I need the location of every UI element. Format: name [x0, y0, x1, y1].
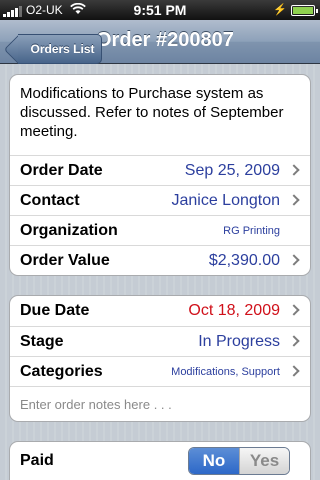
order-value-row[interactable]: Order Value $2,390.00	[10, 245, 310, 275]
page-title: Order #200807	[96, 29, 234, 51]
order-date-value: Sep 25, 2009	[184, 161, 280, 179]
order-details-group: Modifications to Purchase system as disc…	[9, 74, 311, 276]
due-date-value: Oct 18, 2009	[188, 302, 280, 319]
due-date-label: Due Date	[20, 302, 90, 319]
orders-list-back-button[interactable]: Orders List	[18, 34, 102, 64]
order-notes-placeholder: Enter order notes here . . .	[20, 396, 172, 412]
organization-value: RG Printing	[223, 224, 280, 237]
paid-no-segment[interactable]: No	[189, 448, 239, 474]
charging-icon: ⚡	[273, 4, 287, 16]
chevron-right-icon	[288, 254, 300, 266]
contact-value: Janice Longton	[171, 191, 280, 209]
paid-yes-segment[interactable]: Yes	[239, 448, 289, 474]
organization-row: Organization RG Printing	[10, 215, 310, 245]
order-date-label: Order Date	[20, 161, 103, 179]
chevron-right-icon	[288, 365, 300, 377]
organization-label: Organization	[20, 221, 118, 239]
paid-segmented-control[interactable]: No Yes	[188, 447, 290, 475]
order-schedule-group: Due Date Oct 18, 2009 Stage In Progress …	[9, 295, 311, 422]
contact-row[interactable]: Contact Janice Longton	[10, 185, 310, 215]
stage-row[interactable]: Stage In Progress	[10, 326, 310, 356]
due-date-row[interactable]: Due Date Oct 18, 2009	[10, 296, 310, 326]
categories-row[interactable]: Categories Modifications, Support	[10, 356, 310, 386]
order-value-label: Order Value	[20, 251, 110, 269]
order-description[interactable]: Modifications to Purchase system as disc…	[10, 75, 310, 155]
chevron-right-icon	[288, 194, 300, 206]
battery-icon	[291, 5, 318, 16]
order-notes-field[interactable]: Enter order notes here . . .	[10, 386, 310, 421]
payment-group: Paid No Yes	[9, 441, 311, 480]
status-time: 9:51 PM	[133, 2, 187, 18]
chevron-right-icon	[288, 335, 300, 347]
stage-label: Stage	[20, 332, 64, 350]
categories-value: Modifications, Support	[171, 365, 280, 378]
paid-label: Paid	[20, 452, 54, 469]
contact-label: Contact	[20, 191, 80, 209]
order-date-row[interactable]: Order Date Sep 25, 2009	[10, 155, 310, 185]
chevron-right-icon	[288, 304, 300, 316]
order-value-amount: $2,390.00	[208, 251, 280, 269]
categories-label: Categories	[20, 362, 103, 380]
stage-value: In Progress	[198, 332, 280, 350]
chevron-right-icon	[288, 164, 300, 176]
status-bar: O2-UK 9:51 PM ⚡	[0, 0, 320, 20]
back-button-label: Orders List	[30, 42, 95, 56]
paid-row: Paid No Yes	[10, 442, 310, 480]
